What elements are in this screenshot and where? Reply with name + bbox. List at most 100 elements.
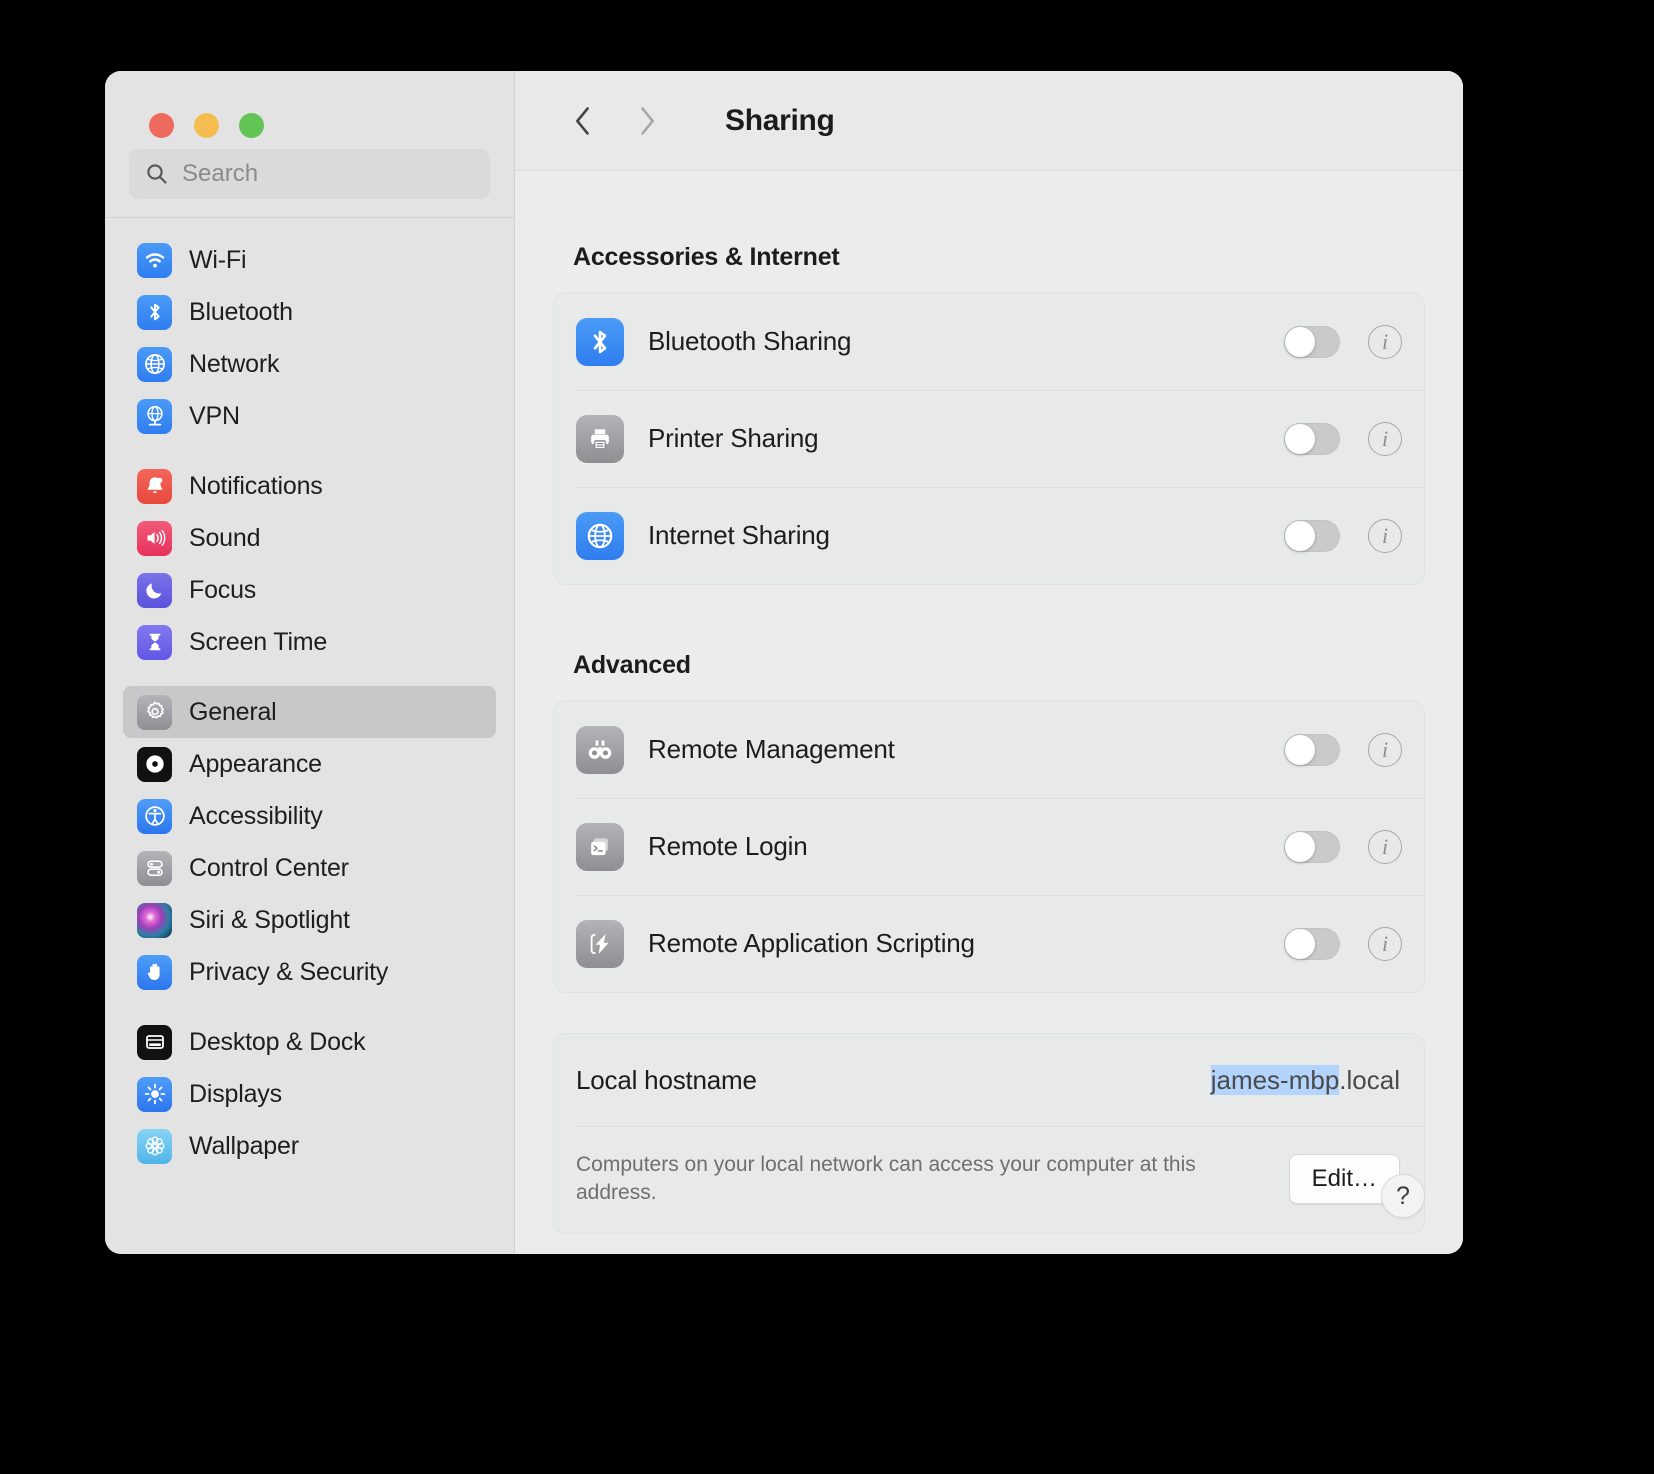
sidebar-item-privacy-security[interactable]: Privacy & Security	[123, 946, 496, 998]
sidebar-item-wifi[interactable]: Wi-Fi	[123, 234, 496, 286]
speaker-icon	[137, 520, 172, 556]
sidebar-item-siri-spotlight[interactable]: Siri & Spotlight	[123, 894, 496, 946]
row-label: Remote Login	[648, 831, 808, 861]
wallpaper-flower-icon	[137, 1128, 172, 1164]
toggle-bluetooth-sharing[interactable]	[1284, 325, 1340, 358]
local-hostname-value[interactable]: james-mbp.local	[1210, 1064, 1400, 1096]
info-icon-bluetooth-sharing[interactable]: i	[1368, 324, 1402, 359]
forward-button[interactable]	[619, 93, 675, 149]
sidebar-item-desktop-dock[interactable]: Desktop & Dock	[123, 1016, 496, 1068]
binoculars-icon	[576, 725, 624, 774]
row-remote-login[interactable]: Remote Login i	[554, 798, 1424, 895]
window-controls	[105, 71, 514, 145]
sidebar-item-displays[interactable]: Displays	[123, 1068, 496, 1120]
info-icon-remote-management[interactable]: i	[1368, 732, 1402, 767]
toggle-internet-sharing[interactable]	[1284, 519, 1340, 552]
sidebar-item-accessibility[interactable]: Accessibility	[123, 790, 496, 842]
row-remote-management[interactable]: Remote Management i	[554, 701, 1424, 798]
main-panel: Sharing Accessories & Internet Bluetooth…	[515, 71, 1463, 1254]
search-icon	[147, 164, 167, 184]
sidebar-item-network[interactable]: Network	[123, 338, 496, 390]
sidebar-item-focus[interactable]: Focus	[123, 564, 496, 616]
sidebar-group-network: Wi-Fi Bluetooth Network VPN	[123, 234, 496, 442]
row-bluetooth-sharing[interactable]: Bluetooth Sharing i	[554, 293, 1424, 390]
sidebar-item-bluetooth[interactable]: Bluetooth	[123, 286, 496, 338]
sidebar-item-label: Siri & Spotlight	[189, 905, 350, 934]
sidebar-item-label: Privacy & Security	[189, 957, 389, 986]
search-placeholder: Search	[182, 160, 259, 187]
sidebar-item-vpn[interactable]: VPN	[123, 390, 496, 442]
row-label: Printer Sharing	[648, 423, 819, 453]
chevron-right-icon	[641, 106, 654, 135]
sidebar-item-label: Notifications	[189, 471, 323, 500]
search-input[interactable]: Search	[129, 149, 490, 199]
help-button[interactable]: ?	[1381, 1174, 1425, 1218]
printer-icon	[576, 414, 624, 463]
sidebar-item-label: Wi-Fi	[189, 245, 247, 274]
sidebar-item-label: Bluetooth	[189, 297, 293, 326]
page-title: Sharing	[725, 103, 835, 137]
settings-content: Accessories & Internet Bluetooth Sharing…	[515, 171, 1463, 1254]
toggle-remote-application-scripting[interactable]	[1284, 927, 1340, 960]
sidebar-item-control-center[interactable]: Control Center	[123, 842, 496, 894]
sidebar-item-screen-time[interactable]: Screen Time	[123, 616, 496, 668]
bluetooth-icon	[576, 317, 624, 366]
brightness-icon	[137, 1076, 172, 1112]
local-hostname-row: Local hostname james-mbp.local	[554, 1034, 1424, 1126]
terminal-icon	[576, 822, 624, 871]
local-hostname-description: Computers on your local network can acce…	[576, 1153, 1196, 1204]
sidebar-item-label: Focus	[189, 575, 257, 604]
gear-icon	[137, 694, 172, 730]
row-label: Remote Application Scripting	[648, 928, 975, 958]
toggle-printer-sharing[interactable]	[1284, 422, 1340, 455]
sidebar-item-label: Sound	[189, 523, 261, 552]
row-internet-sharing[interactable]: Internet Sharing i	[554, 487, 1424, 584]
accessories-internet-card: Bluetooth Sharing i Printer Sharing i In…	[553, 292, 1425, 585]
globe-icon	[576, 511, 624, 560]
local-hostname-label: Local hostname	[576, 1064, 757, 1095]
row-printer-sharing[interactable]: Printer Sharing i	[554, 390, 1424, 487]
sidebar-item-general[interactable]: General	[123, 686, 496, 738]
control-center-icon	[137, 850, 172, 886]
search-container: Search	[105, 145, 514, 217]
row-label: Bluetooth Sharing	[648, 326, 852, 356]
close-button[interactable]	[149, 113, 174, 138]
toggle-remote-login[interactable]	[1284, 830, 1340, 863]
system-settings-window: Search Wi-Fi Bluetooth Network VPN Notif…	[105, 71, 1463, 1254]
sidebar-item-label: VPN	[189, 401, 240, 430]
sidebar-item-label: General	[189, 697, 277, 726]
minimize-button[interactable]	[194, 113, 219, 138]
sidebar-item-sound[interactable]: Sound	[123, 512, 496, 564]
row-remote-application-scripting[interactable]: Remote Application Scripting i	[554, 895, 1424, 992]
row-label: Remote Management	[648, 734, 895, 764]
zoom-button[interactable]	[239, 113, 264, 138]
back-button[interactable]	[555, 93, 611, 149]
moon-icon	[137, 572, 172, 608]
chevron-left-icon	[576, 106, 589, 135]
local-hostname-selected-text: james-mbp	[1210, 1064, 1340, 1095]
bell-icon	[137, 468, 172, 504]
local-hostname-suffix: .local	[1339, 1064, 1400, 1095]
info-icon-remote-login[interactable]: i	[1368, 829, 1402, 864]
sidebar-item-appearance[interactable]: Appearance	[123, 738, 496, 790]
row-label: Internet Sharing	[648, 520, 830, 550]
section-heading-accessories: Accessories & Internet	[573, 243, 840, 271]
sidebar-item-wallpaper[interactable]: Wallpaper	[123, 1120, 496, 1172]
toolbar: Sharing	[515, 71, 1463, 171]
toggle-remote-management[interactable]	[1284, 733, 1340, 766]
wifi-icon	[137, 242, 172, 278]
sidebar-item-label: Wallpaper	[189, 1131, 299, 1160]
sidebar-item-notifications[interactable]: Notifications	[123, 460, 496, 512]
info-icon-remote-application-scripting[interactable]: i	[1368, 926, 1402, 961]
accessibility-icon	[137, 798, 172, 834]
local-hostname-card: Local hostname james-mbp.local Computers…	[553, 1033, 1425, 1234]
hourglass-icon	[137, 624, 172, 660]
local-hostname-footer: Computers on your local network can acce…	[554, 1127, 1424, 1233]
sidebar-item-label: Appearance	[189, 749, 322, 778]
info-icon-internet-sharing[interactable]: i	[1368, 518, 1402, 553]
script-bolt-icon	[576, 919, 624, 968]
info-icon-printer-sharing[interactable]: i	[1368, 421, 1402, 456]
sidebar-item-label: Network	[189, 349, 280, 378]
siri-icon	[137, 902, 172, 938]
sidebar-group-alerts: Notifications Sound Focus Screen Time	[123, 460, 496, 668]
